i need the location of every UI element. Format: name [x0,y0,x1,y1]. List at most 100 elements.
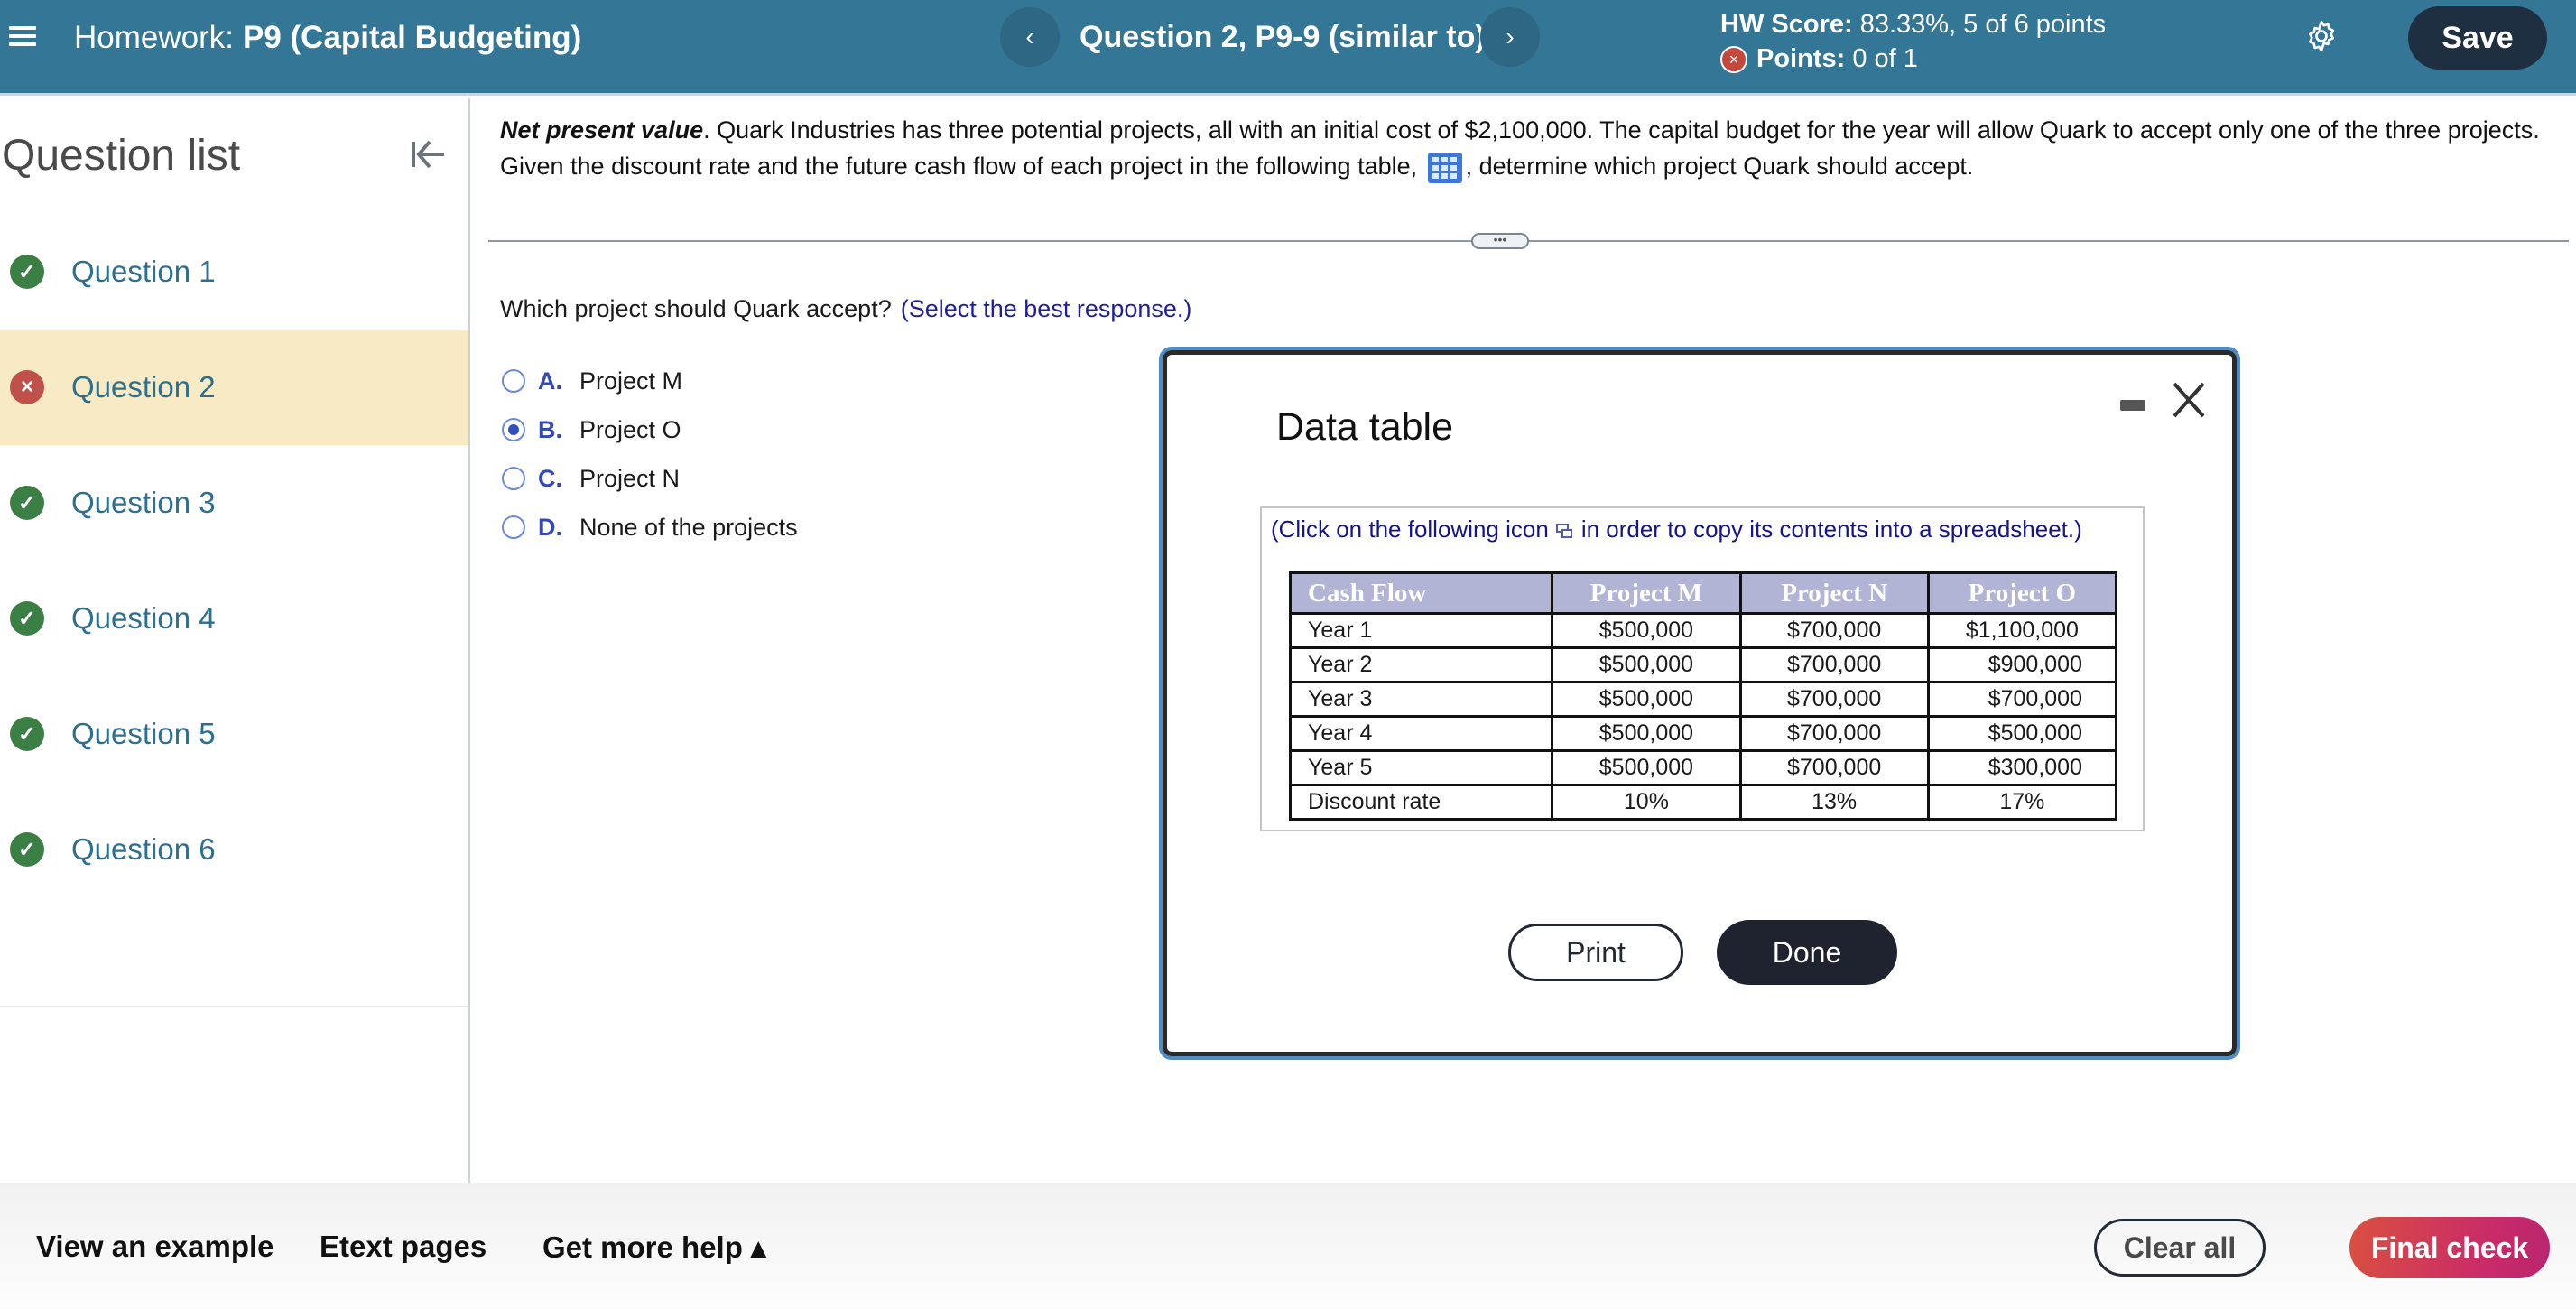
problem-statement: Net present value. Quark Industries has … [500,112,2567,184]
check-icon: ✓ [10,601,44,636]
sidebar-item-question-6[interactable]: ✓ Question 6 [0,792,468,907]
radio-button[interactable] [502,467,525,490]
option-text: Project M [579,367,683,395]
previous-question-button[interactable]: ‹ [1000,7,1060,67]
cell: 10% [1551,784,1742,821]
check-icon: ✓ [10,486,44,520]
print-button[interactable]: Print [1508,924,1683,981]
question-label: Question 2 [71,370,216,404]
get-more-help-menu[interactable]: Get more help ▴ [542,1230,766,1265]
bottom-toolbar: View an example Etext pages Get more hel… [0,1183,2576,1309]
option-text: None of the projects [579,513,798,541]
question-label: Question 6 [71,832,216,866]
check-icon: ✓ [10,255,44,289]
gear-icon[interactable] [2303,18,2340,54]
row-label: Year 1 [1288,612,1554,649]
homework-title: Homework: P9 (Capital Budgeting) [74,20,581,56]
incorrect-icon: × [1720,46,1747,74]
cell: $500,000 [1551,646,1742,683]
cell: $500,000 [1551,681,1742,718]
sidebar-item-question-2[interactable]: × Question 2 [0,330,468,445]
copy-to-spreadsheet-icon[interactable] [1555,524,1574,539]
row-label: Year 5 [1288,749,1554,786]
save-button[interactable]: Save [2408,6,2547,70]
option-letter: D. [538,513,562,541]
row-label: Year 4 [1288,715,1554,752]
done-button[interactable]: Done [1717,920,1897,985]
cell: 13% [1738,784,1930,821]
data-table-container: (Click on the following icon in order to … [1260,506,2145,831]
list-divider [0,1006,468,1007]
option-text: Project N [579,464,681,492]
score-panel: HW Score: 83.33%, 5 of 6 points × Points:… [1720,7,2106,76]
cell: 17% [1926,784,2118,821]
column-header: Project N [1738,571,1930,615]
clear-all-button[interactable]: Clear all [2094,1219,2266,1277]
view-example-link[interactable]: View an example [36,1230,274,1264]
radio-button[interactable] [502,515,525,539]
check-icon: ✓ [10,832,44,867]
etext-pages-link[interactable]: Etext pages [320,1230,486,1264]
question-list-title: Question list [2,132,241,180]
question-hint: (Select the best response.) [900,295,1192,322]
question-list: ✓ Question 1 × Question 2 ✓ Question 3 ✓ Que… [0,214,468,907]
points-value: 0 of 1 [1852,44,1918,73]
cash-flow-table: Cash Flow Project M Project N Project O … [1288,571,2118,821]
cell: $300,000 [1926,749,2118,786]
option-letter: B. [538,415,562,443]
table-row: Discount rate 10% 13% 17% [1288,784,2118,821]
final-check-button[interactable]: Final check [2349,1217,2550,1278]
column-header: Project O [1926,571,2118,615]
table-header-row: Cash Flow Project M Project N Project O [1288,571,2118,615]
data-table-icon[interactable] [1427,152,1462,183]
table-row: Year 5 $500,000 $700,000 $300,000 [1288,749,2118,786]
option-letter: C. [538,464,562,492]
option-b[interactable]: B. Project O [502,405,798,454]
cell: $700,000 [1926,681,2118,718]
close-icon[interactable] [2171,378,2207,422]
sidebar-item-question-3[interactable]: ✓ Question 3 [0,445,468,561]
cell: $500,000 [1926,715,2118,752]
option-a[interactable]: A. Project M [502,357,798,405]
option-text: Project O [579,415,681,443]
dialog-title: Data table [1276,405,1454,449]
problem-term: Net present value [500,116,704,144]
answer-options: A. Project M B. Project O C. Project N D. No… [502,357,798,552]
question-label: Question 5 [71,717,216,750]
cell: $500,000 [1551,749,1742,786]
question-list-sidebar: Question list ✓ Question 1 × Question 2 ✓ Q… [0,98,470,1183]
collapse-sidebar-icon[interactable] [406,133,449,176]
cell: $500,000 [1551,715,1742,752]
hamburger-menu-icon[interactable] [9,22,36,49]
option-letter: A. [538,367,562,395]
resize-handle[interactable]: ••• [1471,233,1529,249]
column-header: Project M [1551,571,1742,615]
check-icon: ✓ [10,717,44,751]
table-row: Year 2 $500,000 $700,000 $900,000 [1288,646,2118,683]
row-label: Year 2 [1288,646,1554,683]
question-text: Which project should Quark accept? (Selec… [500,295,1191,323]
question-label: Question 4 [71,601,216,635]
cell: $1,100,000 [1926,612,2118,649]
table-row: Year 1 $500,000 $700,000 $1,100,000 [1288,612,2118,649]
homework-label: Homework: [74,20,234,55]
minimize-icon[interactable] [2120,400,2145,411]
sidebar-item-question-5[interactable]: ✓ Question 5 [0,676,468,792]
question-label: Question 1 [71,255,216,288]
radio-button[interactable] [502,369,525,393]
copy-note-before: (Click on the following icon [1271,515,1549,543]
next-question-button[interactable]: › [1480,7,1540,67]
sidebar-item-question-4[interactable]: ✓ Question 4 [0,561,468,676]
option-d[interactable]: D. None of the projects [502,503,798,552]
hw-score-value: 83.33%, 5 of 6 points [1859,10,2107,39]
x-icon: × [10,370,44,404]
hw-score-label: HW Score: [1720,10,1853,39]
cell: $500,000 [1551,612,1742,649]
column-header: Cash Flow [1288,571,1554,615]
question-label: Question 3 [71,486,216,519]
radio-button-selected[interactable] [502,418,525,441]
row-label: Year 3 [1288,681,1554,718]
sidebar-item-question-1[interactable]: ✓ Question 1 [0,214,468,330]
cell: $700,000 [1738,646,1930,683]
option-c[interactable]: C. Project N [502,454,798,503]
